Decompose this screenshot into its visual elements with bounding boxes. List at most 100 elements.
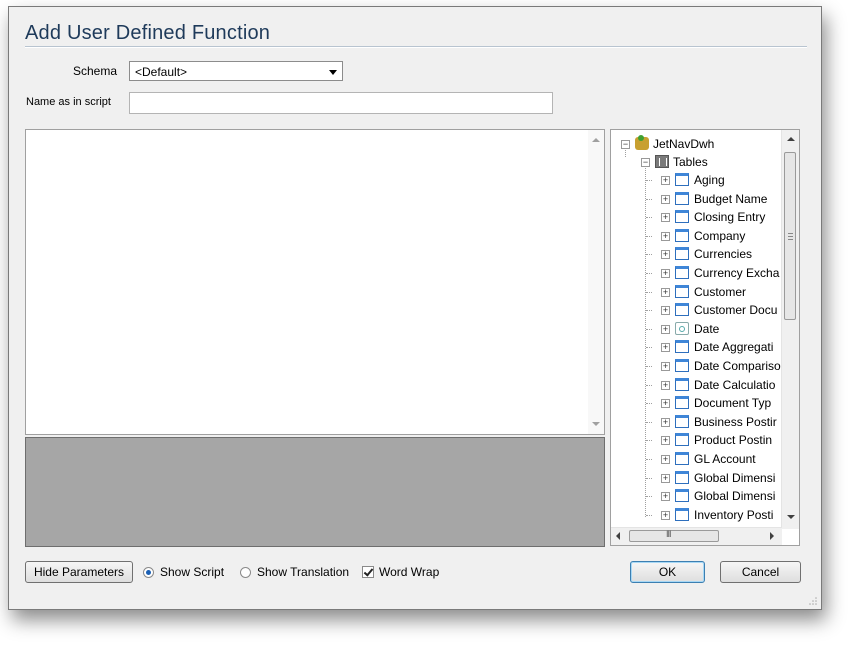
table-icon	[675, 247, 689, 260]
tree-line	[646, 440, 652, 441]
tree-line	[646, 422, 652, 423]
table-icon	[675, 303, 689, 316]
resize-grip-icon[interactable]	[808, 596, 818, 606]
tree-folder-label: Tables	[673, 155, 708, 169]
tree-line	[646, 496, 652, 497]
scroll-right-icon[interactable]	[770, 532, 774, 540]
tree-line	[646, 217, 652, 218]
table-icon	[675, 415, 689, 428]
table-icon	[675, 210, 689, 223]
grip-line	[788, 236, 793, 237]
script-editor[interactable]	[25, 129, 605, 435]
expand-icon[interactable]: +	[661, 232, 670, 241]
expand-icon[interactable]: +	[661, 474, 670, 483]
expand-icon[interactable]: +	[661, 269, 670, 278]
scroll-left-icon[interactable]	[616, 532, 620, 540]
expand-icon[interactable]: +	[661, 436, 670, 445]
tree-line	[646, 385, 652, 386]
ok-button[interactable]: OK	[630, 561, 705, 583]
tree-item-label: Customer Docu	[694, 303, 778, 317]
tree-hscroll-thumb[interactable]: III	[629, 529, 719, 542]
table-icon	[675, 340, 689, 353]
table-icon	[675, 359, 689, 372]
table-icon	[675, 285, 689, 298]
grip-line	[788, 239, 793, 240]
expand-icon[interactable]: +	[661, 418, 670, 427]
schema-label: Schema	[73, 64, 118, 78]
word-wrap-checkbox[interactable]	[362, 566, 374, 578]
show-translation-label: Show Translation	[257, 565, 350, 579]
grip-line	[788, 233, 793, 234]
tree-item-label: Date Calculatio	[694, 378, 776, 392]
table-icon	[675, 378, 689, 391]
scroll-down-icon[interactable]	[592, 422, 600, 426]
table-icon	[675, 489, 689, 502]
table-icon	[675, 396, 689, 409]
cancel-button[interactable]: Cancel	[720, 561, 801, 583]
table-icon	[675, 173, 689, 186]
show-translation-radio[interactable]	[240, 567, 251, 578]
collapse-icon[interactable]: −	[621, 140, 630, 149]
scroll-up-icon[interactable]	[592, 138, 600, 142]
tree-line	[646, 403, 652, 404]
table-icon	[675, 433, 689, 446]
tree-line	[646, 310, 652, 311]
expand-icon[interactable]: +	[661, 455, 670, 464]
tree-item-label: Product Postin	[694, 433, 773, 447]
tree-root-label: JetNavDwh	[653, 137, 715, 151]
show-script-label: Show Script	[160, 565, 225, 579]
checkmark-icon	[363, 566, 374, 577]
table-icon	[675, 471, 689, 484]
tree-item-label: Closing Entry	[694, 210, 766, 224]
expand-icon[interactable]: +	[661, 250, 670, 259]
hide-parameters-button[interactable]: Hide Parameters	[25, 561, 133, 583]
add-udf-dialog: Add User Defined Function Schema <Defaul…	[8, 6, 822, 610]
tree-line	[646, 478, 652, 479]
expand-icon[interactable]: +	[661, 288, 670, 297]
name-label: Name as in script	[26, 96, 111, 108]
tree-item-label: Global Dimensi	[694, 471, 776, 485]
expand-icon[interactable]: +	[661, 399, 670, 408]
tree-item-label: Document Typ	[694, 396, 772, 410]
tree-item-label: Currencies	[694, 247, 753, 261]
tree-line	[646, 273, 652, 274]
tree-item-label: Date Compariso	[694, 359, 781, 373]
name-as-in-script-input[interactable]	[129, 92, 553, 114]
tree-line	[646, 366, 652, 367]
expand-icon[interactable]: +	[661, 511, 670, 520]
tree-scroll-thumb[interactable]	[784, 152, 796, 320]
table-icon	[675, 266, 689, 279]
show-script-radio[interactable]	[143, 567, 154, 578]
tree-item-label: Aging	[694, 173, 725, 187]
expand-icon[interactable]: +	[661, 325, 670, 334]
table-icon	[675, 508, 689, 521]
tree-horizontal-scrollbar[interactable]: III	[611, 527, 782, 545]
expand-icon[interactable]: +	[661, 306, 670, 315]
table-icon	[675, 192, 689, 205]
script-scrollbar[interactable]	[588, 130, 604, 434]
expand-icon[interactable]: +	[661, 343, 670, 352]
table-icon	[675, 452, 689, 465]
database-icon	[635, 135, 649, 150]
tree-item-label: Date	[694, 322, 720, 336]
expand-icon[interactable]: +	[661, 195, 670, 204]
expand-icon[interactable]: +	[661, 381, 670, 390]
scroll-up-icon[interactable]	[787, 137, 795, 141]
collapse-icon[interactable]: −	[641, 158, 650, 167]
chevron-down-icon	[329, 70, 337, 75]
tree-line	[646, 236, 652, 237]
expand-icon[interactable]: +	[661, 213, 670, 222]
tree-line	[646, 292, 652, 293]
tree-item-label: Company	[694, 229, 746, 243]
tree-item-label: GL Account	[694, 452, 756, 466]
tree-vertical-scrollbar[interactable]	[781, 130, 799, 529]
schema-tree[interactable]: − JetNavDwh − Tables + Aging + Budget Name +…	[610, 129, 800, 546]
tree-item-label: Currency Excha	[694, 266, 780, 280]
expand-icon[interactable]: +	[661, 492, 670, 501]
expand-icon[interactable]: +	[661, 362, 670, 371]
schema-value: <Default>	[135, 65, 188, 79]
scroll-down-icon[interactable]	[787, 515, 795, 519]
expand-icon[interactable]: +	[661, 176, 670, 185]
tree-line	[646, 347, 652, 348]
schema-dropdown[interactable]: <Default>	[129, 61, 343, 81]
